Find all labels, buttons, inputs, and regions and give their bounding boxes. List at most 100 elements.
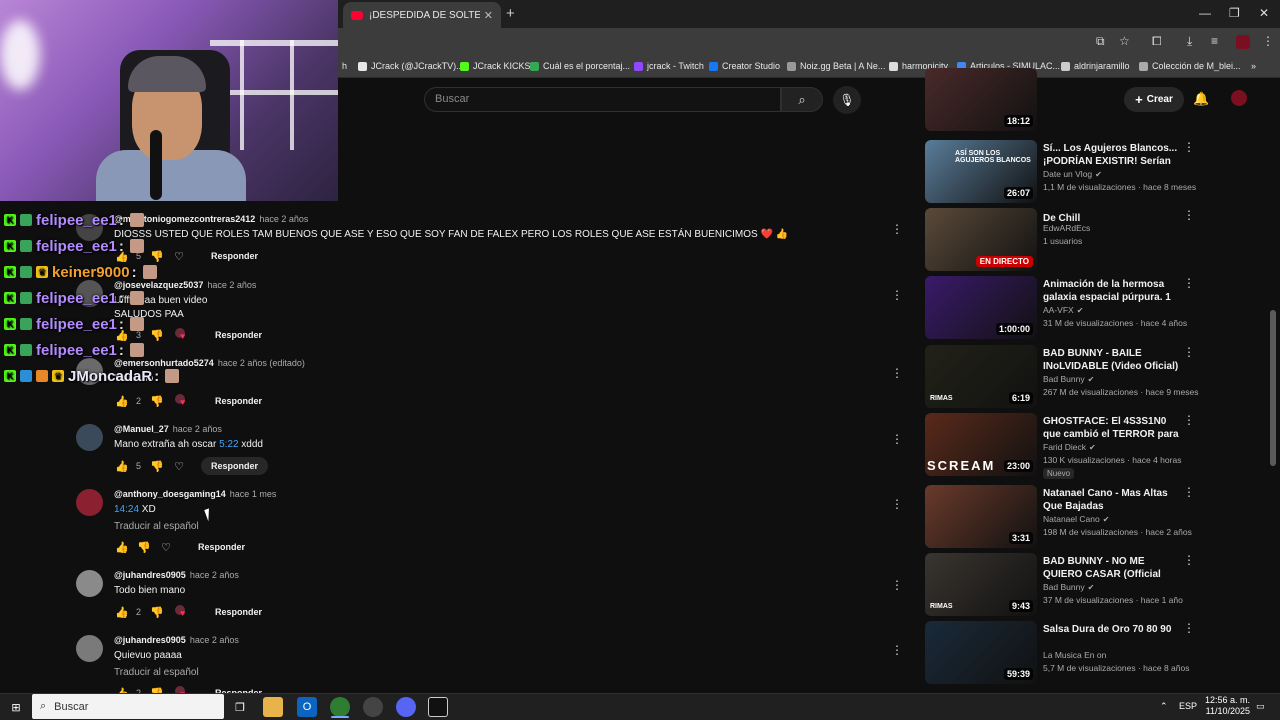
comment-avatar[interactable] xyxy=(76,489,103,516)
chat-username[interactable]: keiner9000 xyxy=(52,264,130,281)
youtube-account-avatar[interactable] xyxy=(1231,90,1247,106)
related-video[interactable]: EN DIRECTO De Chill EdwARdEcs 1 usuarios ⋮ xyxy=(925,208,1195,271)
reply-button[interactable]: Responder xyxy=(205,326,272,344)
related-video[interactable]: RIMAS 6:19 BAD BUNNY - BAILE INoLVIDABLE (… xyxy=(925,345,1198,408)
like-icon[interactable]: 👍 xyxy=(114,395,130,408)
comment-menu-icon[interactable]: ⋮ xyxy=(891,578,903,592)
bookmark-item[interactable]: JCrack (@JCrackTV)... xyxy=(358,61,464,71)
video-menu-icon[interactable]: ⋮ xyxy=(1183,553,1195,567)
minimize-icon[interactable]: — xyxy=(1199,6,1211,20)
dislike-icon[interactable]: 👎 xyxy=(149,395,165,408)
bookmark-item[interactable]: Noiz.gg Beta | A Ne... xyxy=(787,61,885,71)
video-menu-icon[interactable]: ⋮ xyxy=(1183,140,1195,154)
video-title[interactable]: Salsa Dura de Oro 70 80 90 xyxy=(1043,623,1181,636)
comment-menu-icon[interactable]: ⋮ xyxy=(891,643,903,657)
bookmark-item[interactable]: Creator Studio xyxy=(709,61,780,71)
related-video[interactable]: 59:39 Salsa Dura de Oro 70 80 90 La Musica… xyxy=(925,621,1195,684)
comment-author[interactable]: @anthony_doesgaming14 xyxy=(114,489,226,499)
dislike-icon[interactable]: 👎 xyxy=(136,541,152,554)
discord-icon[interactable] xyxy=(396,697,416,717)
translate-link[interactable]: Traducir al español xyxy=(114,521,199,532)
task-view-icon[interactable]: ❐ xyxy=(230,697,250,717)
video-thumbnail[interactable]: 1:00:00 xyxy=(925,276,1037,339)
like-icon[interactable]: 👍 xyxy=(114,460,130,473)
video-thumbnail[interactable]: EN DIRECTO xyxy=(925,208,1037,271)
reply-button[interactable]: Responder xyxy=(205,603,272,621)
video-channel[interactable]: Farid Dieck ✔ xyxy=(1043,442,1096,452)
related-video[interactable]: RIMAS 9:43 BAD BUNNY - NO ME QUIERO CASAR … xyxy=(925,553,1195,616)
notifications-icon[interactable]: ▭ xyxy=(1256,701,1265,712)
comment-time[interactable]: hace 2 años xyxy=(173,424,222,434)
video-channel[interactable]: Bad Bunny ✔ xyxy=(1043,374,1094,384)
reply-button[interactable]: Responder xyxy=(201,457,269,475)
comment-menu-icon[interactable]: ⋮ xyxy=(891,432,903,446)
heart-outline-icon[interactable]: ♡ xyxy=(171,460,187,473)
bookmark-item[interactable]: aldrinjaramillo xyxy=(1061,61,1130,71)
notifications-bell-icon[interactable]: 🔔 xyxy=(1193,91,1209,107)
comment-menu-icon[interactable]: ⋮ xyxy=(891,497,903,511)
bookmark-item[interactable]: JCrack KICKS xyxy=(460,61,531,71)
video-thumbnail[interactable]: RIMAS 6:19 xyxy=(925,345,1037,408)
language-indicator[interactable]: ESP xyxy=(1179,701,1197,711)
comment-time[interactable]: hace 2 años xyxy=(190,635,239,645)
video-title[interactable]: Natanael Cano - Mas Altas Que Bajadas xyxy=(1043,487,1181,513)
video-thumbnail[interactable]: SCREAM 23:00 xyxy=(925,413,1037,476)
video-title[interactable]: BAD BUNNY - NO ME QUIERO CASAR (Official… xyxy=(1043,555,1181,581)
video-title[interactable]: Animación de la hermosa galaxia espacial… xyxy=(1043,278,1181,304)
dislike-icon[interactable]: 👎 xyxy=(149,606,165,619)
install-app-icon[interactable]: ⧉ xyxy=(1096,34,1105,49)
dislike-icon[interactable]: 👎 xyxy=(149,329,165,342)
chat-username[interactable]: JMoncadaR xyxy=(68,368,152,385)
bookmark-star-icon[interactable]: ☆ xyxy=(1119,34,1130,48)
chrome-menu-icon[interactable]: ⋮ xyxy=(1262,34,1274,48)
downloads-icon[interactable]: ⤓ xyxy=(1187,34,1192,49)
voice-search-button[interactable]: 🎙 xyxy=(833,86,861,114)
outlook-icon[interactable]: O xyxy=(297,697,317,717)
comment-author[interactable]: @Manuel_27 xyxy=(114,424,169,434)
profile-avatar[interactable] xyxy=(1236,35,1250,49)
video-menu-icon[interactable]: ⋮ xyxy=(1183,276,1195,290)
windows-start-icon[interactable]: ⊞ xyxy=(6,697,26,717)
comment-time[interactable]: hace 2 años xyxy=(207,280,256,290)
video-thumbnail[interactable]: 3:31 xyxy=(925,485,1037,548)
video-menu-icon[interactable]: ⋮ xyxy=(1183,208,1195,222)
dislike-icon[interactable]: 👎 xyxy=(149,250,165,263)
comment-timestamp-link[interactable]: 5:22 xyxy=(219,439,238,450)
video-channel[interactable]: AA-VFX ✔ xyxy=(1043,305,1083,315)
page-scrollbar[interactable] xyxy=(1270,310,1276,466)
heart-outline-icon[interactable]: ♡ xyxy=(171,250,187,263)
video-menu-icon[interactable]: ⋮ xyxy=(1183,485,1195,499)
bookmark-item[interactable]: jcrack - Twitch xyxy=(634,61,704,71)
video-title[interactable]: GHOSTFACE: El 4S3S1N0 que cambió el TERR… xyxy=(1043,415,1181,441)
heart-outline-icon[interactable]: ♡ xyxy=(158,541,174,554)
extensions-icon[interactable]: ⧠ xyxy=(1152,34,1162,49)
comment-author[interactable]: @juhandres0905 xyxy=(114,570,186,580)
video-menu-icon[interactable]: ⋮ xyxy=(1183,413,1195,427)
search-input[interactable]: Buscar xyxy=(424,87,781,112)
video-channel[interactable]: Natanael Cano ✔ xyxy=(1043,514,1109,524)
taskbar-search[interactable]: ⌕ Buscar xyxy=(32,694,224,719)
media-controls-icon[interactable]: ≡ xyxy=(1211,34,1218,48)
dislike-icon[interactable]: 👎 xyxy=(149,460,165,473)
bookmark-item[interactable]: Cuál es el porcentaj... xyxy=(530,61,630,71)
bookmarks-overflow-icon[interactable]: » xyxy=(1251,61,1256,71)
obs-icon[interactable] xyxy=(363,697,383,717)
video-menu-icon[interactable]: ⋮ xyxy=(1183,345,1195,359)
tray-chevron-icon[interactable]: ⌃ xyxy=(1160,701,1168,712)
video-title[interactable]: Sí... Los Agujeros Blancos... ¡PODRÍAN E… xyxy=(1043,142,1181,168)
comment-author[interactable]: @juhandres0905 xyxy=(114,635,186,645)
video-menu-icon[interactable]: ⋮ xyxy=(1183,621,1195,635)
video-channel[interactable]: La Musica En on xyxy=(1043,650,1106,660)
video-channel[interactable]: Bad Bunny ✔ xyxy=(1043,582,1094,592)
chat-username[interactable]: felipee_ee1 xyxy=(36,342,117,359)
reply-button[interactable]: Responder xyxy=(205,392,272,410)
chat-username[interactable]: felipee_ee1 xyxy=(36,212,117,229)
related-video[interactable]: 1:00:00 Animación de la hermosa galaxia e… xyxy=(925,276,1195,339)
comment-menu-icon[interactable]: ⋮ xyxy=(891,288,903,302)
reply-button[interactable]: Responder xyxy=(201,247,268,265)
chrome-icon[interactable] xyxy=(330,697,350,717)
video-channel[interactable]: EdwARdEcs xyxy=(1043,223,1090,233)
comment-timestamp-link[interactable]: 14:24 xyxy=(114,504,139,515)
video-thumbnail[interactable]: ASÍ SON LOS AGUJEROS BLANCOS 26:07 xyxy=(925,140,1037,203)
video-channel[interactable]: Date un Vlog ✔ xyxy=(1043,169,1102,179)
